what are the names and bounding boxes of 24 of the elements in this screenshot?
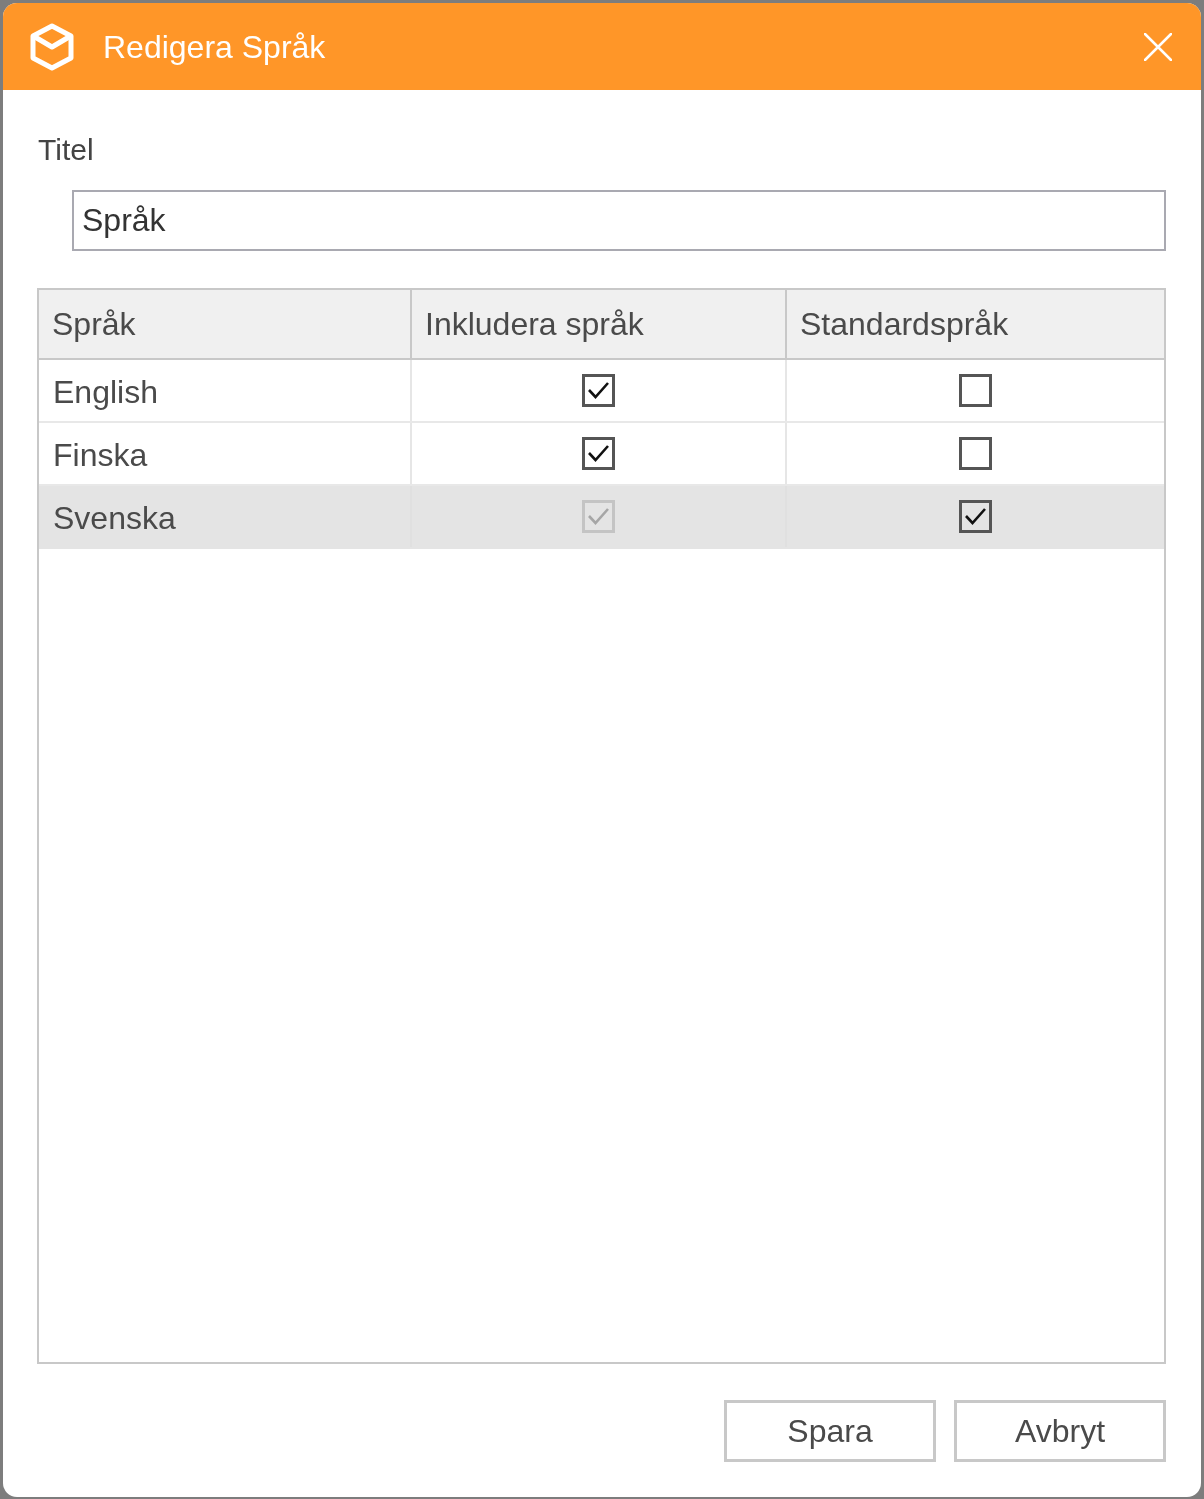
column-header: Språk <box>39 290 412 358</box>
field-label: Titel <box>38 132 94 168</box>
table-row[interactable]: Svenska <box>39 486 1164 549</box>
checkmark-icon <box>588 382 609 399</box>
checkbox[interactable] <box>582 374 615 407</box>
language-cell: English <box>39 360 412 421</box>
language-cell: Svenska <box>39 486 412 547</box>
checkmark-icon <box>588 445 609 462</box>
column-header: Inkludera språk <box>412 290 787 358</box>
checkbox[interactable] <box>959 374 992 407</box>
title-field[interactable]: Språk <box>72 190 1166 251</box>
language-cell: Finska <box>39 423 412 484</box>
save-button[interactable]: Spara <box>724 1400 936 1462</box>
column-header: Standardspråk <box>799 304 1010 344</box>
checkbox[interactable] <box>959 437 992 470</box>
table-row[interactable]: Finska <box>39 423 1164 486</box>
cube-icon <box>30 22 74 71</box>
window-title: Redigera Språk <box>103 27 326 67</box>
checkbox[interactable] <box>582 437 615 470</box>
checkmark-icon <box>588 508 609 525</box>
checkmark-icon <box>965 508 986 525</box>
checkbox[interactable] <box>959 500 992 533</box>
table-row[interactable]: English <box>39 360 1164 423</box>
cancel-button[interactable]: Avbryt <box>954 1400 1166 1462</box>
